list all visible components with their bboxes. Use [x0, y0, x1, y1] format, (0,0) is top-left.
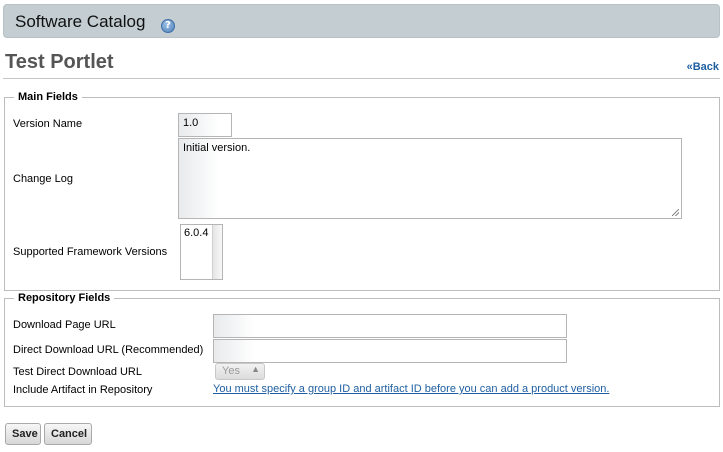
- help-icon[interactable]: ?: [161, 19, 175, 33]
- framework-versions-label: Supported Framework Versions: [13, 246, 168, 258]
- download-page-url-label: Download Page URL: [13, 319, 116, 331]
- page-title: Test Portlet: [5, 51, 114, 73]
- include-artifact-label: Include Artifact in Repository: [13, 384, 153, 396]
- framework-versions-listbox[interactable]: 6.0.4: [180, 224, 223, 280]
- change-log-text: Initial version.: [183, 142, 251, 154]
- listbox-scrollbar[interactable]: [212, 225, 222, 279]
- direct-download-url-label: Direct Download URL (Recommended): [13, 344, 204, 356]
- cancel-button[interactable]: Cancel: [44, 423, 92, 445]
- select-arrows-icon: ▲: [251, 364, 260, 374]
- test-direct-download-select[interactable]: Yes ▲: [215, 363, 265, 380]
- download-page-url-field[interactable]: [213, 314, 567, 338]
- save-button[interactable]: Save: [5, 423, 41, 445]
- test-direct-download-label: Test Direct Download URL: [13, 366, 142, 378]
- test-direct-download-value: Yes: [222, 365, 240, 377]
- portlet-title: Software Catalog: [15, 12, 146, 31]
- title-divider: [3, 78, 720, 79]
- change-log-label: Change Log: [13, 173, 73, 185]
- main-fields-legend: Main Fields: [18, 91, 78, 103]
- portlet-header: Software Catalog ?: [3, 4, 720, 38]
- back-link[interactable]: «Back: [687, 61, 719, 73]
- version-name-label: Version Name: [13, 118, 83, 130]
- version-name-field[interactable]: 1.0: [178, 113, 232, 137]
- include-artifact-message-link[interactable]: You must specify a group ID and artifact…: [213, 383, 609, 395]
- change-log-textarea[interactable]: Initial version.: [178, 138, 682, 219]
- repository-fields-legend: Repository Fields: [18, 292, 111, 304]
- resize-grip-icon[interactable]: [672, 209, 679, 216]
- direct-download-url-field[interactable]: [213, 339, 567, 363]
